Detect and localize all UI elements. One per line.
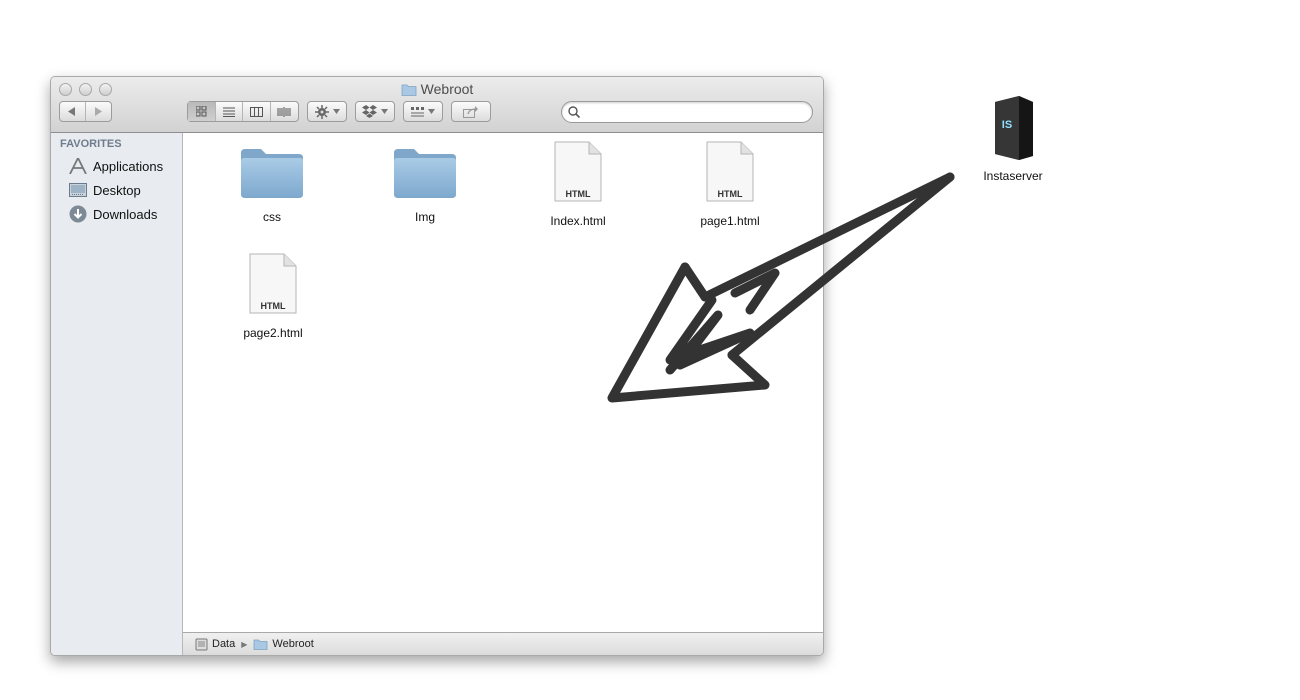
file-type-badge: HTML (261, 301, 286, 311)
share-button[interactable] (451, 101, 491, 122)
dropbox-icon (362, 105, 377, 118)
sidebar: FAVORITES Applications Desktop Downloads (51, 133, 183, 655)
file-item-css[interactable]: css (217, 147, 327, 224)
sidebar-item-desktop[interactable]: Desktop (68, 179, 141, 201)
server-icon: IS (995, 96, 1033, 160)
search-icon (568, 106, 580, 118)
dropbox-menu-button[interactable] (355, 101, 395, 122)
cover-flow-button[interactable] (271, 102, 298, 121)
desktop-icon-instaserver[interactable]: IS Instaserver (978, 96, 1048, 183)
applications-icon (68, 157, 88, 175)
back-arrow-icon (68, 107, 76, 116)
chevron-down-icon (381, 109, 388, 114)
folder-icon (253, 638, 268, 650)
file-label: page2.html (243, 326, 303, 340)
back-button[interactable] (60, 102, 86, 121)
window-title: Webroot (420, 81, 474, 97)
column-view-button[interactable] (243, 102, 271, 121)
back-forward-group (59, 101, 112, 122)
sidebar-item-label: Desktop (93, 182, 141, 198)
arrange-menu-button[interactable] (403, 101, 443, 122)
server-badge: IS (1002, 119, 1012, 131)
desktop-icon (68, 181, 88, 199)
sidebar-item-applications[interactable]: Applications (68, 155, 163, 177)
file-item-page2-html[interactable]: HTML page2.html (218, 253, 328, 340)
file-type-badge: HTML (566, 189, 591, 199)
share-icon (463, 105, 478, 118)
icon-view-button[interactable] (188, 102, 216, 121)
arrange-icon (411, 106, 424, 116)
search-input[interactable] (584, 104, 808, 122)
list-view-icon (222, 107, 235, 117)
search-field[interactable] (561, 101, 813, 123)
list-view-button[interactable] (216, 102, 243, 121)
path-item-label: Webroot (272, 638, 314, 650)
sidebar-heading: FAVORITES (60, 138, 122, 150)
titlebar: Webroot (51, 77, 823, 133)
forward-button[interactable] (86, 102, 111, 121)
html-document-icon: HTML (249, 253, 297, 314)
forward-arrow-icon (95, 107, 103, 116)
chevron-down-icon (428, 109, 435, 114)
file-label: Img (414, 210, 435, 224)
action-menu-button[interactable] (307, 101, 347, 122)
path-bar: Data ▶ Webroot (183, 632, 823, 655)
cover-flow-icon (277, 106, 291, 117)
path-separator-icon: ▶ (241, 639, 248, 649)
downloads-icon (68, 205, 88, 223)
hand-drawn-arrow-icon (607, 172, 955, 403)
folder-icon (241, 149, 303, 198)
sidebar-item-label: Downloads (93, 206, 158, 222)
path-item-label: Data (212, 638, 236, 650)
file-item-img[interactable]: Img (370, 147, 480, 224)
view-mode-group (187, 101, 299, 122)
icon-view-icon (195, 106, 207, 117)
path-item-webroot[interactable]: Webroot (253, 638, 314, 650)
folder-icon (394, 149, 456, 198)
drive-icon (195, 638, 208, 651)
file-label: css (263, 210, 281, 224)
chevron-down-icon (332, 109, 340, 114)
gear-icon (314, 104, 329, 119)
sidebar-item-downloads[interactable]: Downloads (68, 203, 157, 225)
folder-icon (401, 83, 417, 99)
desktop-icon-label: Instaserver (983, 169, 1043, 183)
window-title-wrap: Webroot (51, 81, 823, 99)
path-item-data[interactable]: Data (195, 638, 235, 651)
html-document-icon: HTML (554, 141, 602, 202)
sidebar-item-label: Applications (93, 158, 164, 174)
column-view-icon (249, 106, 263, 117)
